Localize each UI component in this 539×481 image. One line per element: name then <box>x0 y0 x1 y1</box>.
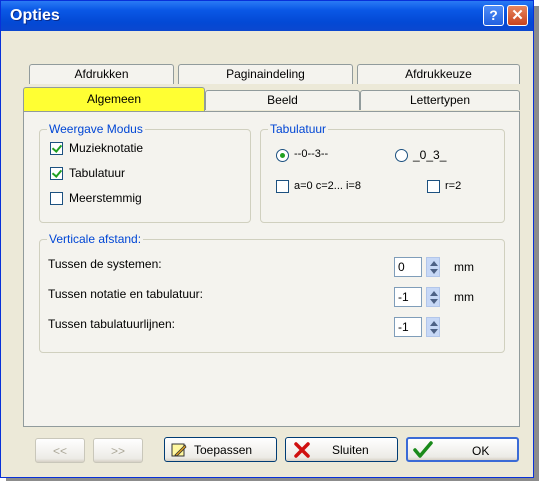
unit-label: mm <box>454 260 474 274</box>
help-icon: ? <box>489 7 498 23</box>
muzieknotatie-checkbox[interactable] <box>50 142 63 155</box>
spin-up-icon <box>430 261 438 266</box>
previous-button[interactable]: << <box>35 438 85 463</box>
options-dialog: Opties ? ✕ Afdrukken Paginaindeling Afdr… <box>0 0 534 478</box>
window-shadow <box>534 6 539 481</box>
check-icon <box>413 441 433 458</box>
radio-label: --0--3-- <box>294 148 329 160</box>
systems-spacing-input[interactable]: 0 <box>394 257 422 277</box>
spacing-label: Tussen notatie en tabulatuur: <box>48 287 203 301</box>
systems-spacing-spinner[interactable] <box>426 257 440 277</box>
tab-label: Afdrukkeuze <box>405 67 472 81</box>
tab-label: Paginaindeling <box>226 67 305 81</box>
checkbox-label: Muzieknotatie <box>69 141 144 155</box>
tab-afdrukkeuze[interactable]: Afdrukkeuze <box>357 64 520 84</box>
help-button[interactable]: ? <box>483 5 504 26</box>
x-icon <box>294 442 310 458</box>
button-label: Toepassen <box>194 443 253 457</box>
dash-format-radio[interactable] <box>276 149 289 162</box>
unit-label: mm <box>454 290 474 304</box>
radio-label: _0_3_ <box>413 148 447 162</box>
tab-beeld[interactable]: Beeld <box>205 90 360 110</box>
notation-tab-spacing-spinner[interactable] <box>426 287 440 307</box>
checkbox-label: Tabulatuur <box>69 166 126 180</box>
button-label: OK <box>472 444 490 458</box>
tab-lines-spacing-input[interactable]: -1 <box>394 317 422 337</box>
checkbox-label: Meerstemmig <box>69 191 142 205</box>
apply-button[interactable]: Toepassen <box>164 437 277 462</box>
notation-tab-spacing-input[interactable]: -1 <box>394 287 422 307</box>
letter-fret-checkbox[interactable] <box>276 180 289 193</box>
checkbox-label: a=0 c=2... i=8 <box>294 180 361 192</box>
tab-panel-algemeen: Weergave Modus Muzieknotatie Tabulatuur … <box>23 111 520 427</box>
group-legend: Tabulatuur <box>268 122 329 136</box>
spacing-label: Tussen tabulatuurlijnen: <box>48 317 175 331</box>
spin-down-icon <box>430 329 438 334</box>
tab-label: Afdrukken <box>74 67 129 81</box>
tab-paginaindeling[interactable]: Paginaindeling <box>178 64 353 84</box>
tab-label: Beeld <box>267 93 298 107</box>
tab-label: Lettertypen <box>409 93 471 107</box>
meerstemmig-checkbox[interactable] <box>50 192 63 205</box>
spacing-label: Tussen de systemen: <box>48 257 162 271</box>
verticale-afstand-group: Verticale afstand: Tussen de systemen: 0… <box>39 232 505 353</box>
group-legend: Weergave Modus <box>47 122 145 136</box>
window-title: Opties <box>10 7 60 24</box>
tabulatuur-group: Tabulatuur --0--3-- _0_3_ a=0 c=2... i=8… <box>260 122 505 223</box>
tab-lettertypen[interactable]: Lettertypen <box>360 90 520 110</box>
next-button[interactable]: >> <box>93 438 143 463</box>
weergave-modus-group: Weergave Modus Muzieknotatie Tabulatuur … <box>39 122 251 223</box>
group-legend: Verticale afstand: <box>47 232 144 246</box>
apply-icon <box>171 443 187 457</box>
ok-button[interactable]: OK <box>406 437 519 462</box>
tab-algemeen[interactable]: Algemeen <box>23 87 205 111</box>
spin-up-icon <box>430 321 438 326</box>
r2-checkbox[interactable] <box>427 180 440 193</box>
close-icon: ✕ <box>511 7 524 24</box>
tabulatuur-checkbox[interactable] <box>50 167 63 180</box>
spin-down-icon <box>430 299 438 304</box>
spin-down-icon <box>430 269 438 274</box>
tab-label: Algemeen <box>86 92 142 106</box>
checkbox-label: r=2 <box>445 180 462 192</box>
close-button[interactable]: Sluiten <box>285 437 398 462</box>
tab-afdrukken[interactable]: Afdrukken <box>29 64 174 84</box>
title-bar[interactable]: Opties ? ✕ <box>1 1 533 31</box>
underscore-format-radio[interactable] <box>395 149 408 162</box>
spin-up-icon <box>430 291 438 296</box>
button-label: << <box>53 444 68 458</box>
close-window-button[interactable]: ✕ <box>507 5 528 26</box>
button-label: Sluiten <box>332 443 369 457</box>
button-label: >> <box>111 444 126 458</box>
tab-lines-spacing-spinner[interactable] <box>426 317 440 337</box>
